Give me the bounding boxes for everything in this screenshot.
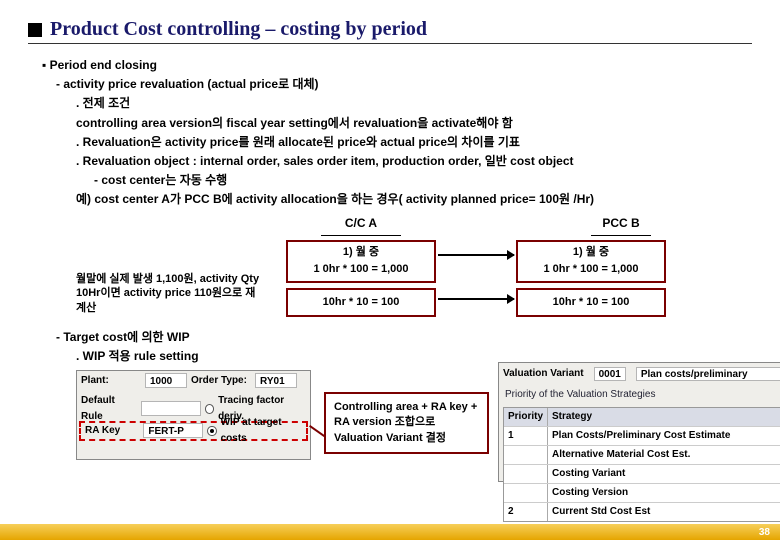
cell-strategy: Alternative Material Cost Est. bbox=[548, 446, 780, 464]
grid-caption: Priority of the Valuation Strategies bbox=[499, 385, 780, 405]
title-row: Product Cost controlling – costing by pe… bbox=[28, 18, 752, 41]
sap-panel-left: Plant: 1000 Order Type: RY01 Default Rul… bbox=[76, 370, 311, 460]
callout-box: Controlling area + RA key + RA version 조… bbox=[324, 392, 489, 454]
default-rule-label: Default Rule bbox=[81, 393, 137, 425]
arrow-right-icon bbox=[438, 254, 514, 256]
plant-label: Plant: bbox=[81, 373, 141, 389]
cell-strategy: Current Std Cost Est bbox=[548, 503, 780, 521]
cell-strategy: Costing Version bbox=[548, 484, 780, 502]
rakey-value: FERT-P bbox=[143, 423, 203, 438]
strategy-grid: Priority Strategy 1Plan Costs/Preliminar… bbox=[503, 407, 780, 522]
bullet-lv3: controlling area version의 fiscal year se… bbox=[76, 114, 752, 133]
page-number: 38 bbox=[759, 527, 770, 538]
title-underline bbox=[28, 43, 752, 44]
bullet-lv1: ▪ Period end closing bbox=[42, 56, 752, 75]
vv-desc: Plan costs/preliminary bbox=[636, 367, 780, 381]
bullet-wip-1: - Target cost에 의한 WIP bbox=[56, 328, 752, 347]
plant-value: 1000 bbox=[145, 373, 187, 388]
cell-priority bbox=[504, 446, 548, 464]
cell-priority: 2 bbox=[504, 503, 548, 521]
col-strategy: Strategy bbox=[548, 408, 780, 426]
diagram-note: 월말에 실제 발생 1,100원, activity Qty 10Hr이면 ac… bbox=[76, 272, 261, 317]
vv-value: 0001 bbox=[594, 367, 626, 381]
bullet-lv3: . 전제 조건 bbox=[76, 94, 752, 113]
cell-priority: 1 bbox=[504, 427, 548, 445]
col-priority: Priority bbox=[504, 408, 548, 426]
default-rule-value bbox=[141, 401, 201, 416]
content-block: ▪ Period end closing - activity price re… bbox=[28, 56, 752, 490]
vv-label: Valuation Variant bbox=[503, 366, 584, 382]
cell-strategy: Costing Variant bbox=[548, 465, 780, 483]
sap-panel-right: Valuation Variant 0001 Plan costs/prelim… bbox=[498, 362, 780, 482]
diagram-box-a1: 1) 월 중 1 0hr * 100 = 1,000 bbox=[286, 240, 436, 283]
radio-icon[interactable] bbox=[205, 404, 214, 414]
ordertype-value: RY01 bbox=[255, 373, 297, 388]
diagram-box-a2: 10hr * 10 = 100 bbox=[286, 288, 436, 318]
callout-arrow-icon bbox=[309, 425, 325, 437]
footer-bar bbox=[0, 524, 780, 540]
radio-icon[interactable] bbox=[207, 426, 216, 436]
square-bullet-icon bbox=[28, 23, 42, 37]
bullet-example: 예) cost center A가 PCC B에 activity alloca… bbox=[76, 190, 752, 209]
radio-opt2-label: WIP at target costs bbox=[221, 415, 302, 447]
diagram: C/C A PCC B 1) 월 중 1 0hr * 100 = 1,000 1… bbox=[36, 214, 752, 324]
cell-priority bbox=[504, 484, 548, 502]
wip-section: - Target cost에 의한 WIP . WIP 적용 rule sett… bbox=[36, 328, 752, 366]
diagram-box-b1: 1) 월 중 1 0hr * 100 = 1,000 bbox=[516, 240, 666, 283]
cell-strategy: Plan Costs/Preliminary Cost Estimate bbox=[548, 427, 780, 445]
screenshots-area: Plant: 1000 Order Type: RY01 Default Rul… bbox=[36, 370, 752, 490]
arrow-right-icon bbox=[438, 298, 514, 300]
page-title: Product Cost controlling – costing by pe… bbox=[50, 18, 427, 41]
ordertype-label: Order Type: bbox=[191, 373, 251, 389]
bullet-lv3: . Revaluation object : internal order, s… bbox=[76, 152, 752, 171]
cell-priority bbox=[504, 465, 548, 483]
bullet-lv4: - cost center는 자동 수행 bbox=[94, 171, 752, 190]
diagram-box-b2: 10hr * 10 = 100 bbox=[516, 288, 666, 318]
bullet-lv3: . Revaluation은 activity price를 원래 alloca… bbox=[76, 133, 752, 152]
rakey-label: RA Key bbox=[85, 423, 139, 439]
diagram-col-b: PCC B bbox=[591, 214, 651, 236]
diagram-col-a: C/C A bbox=[321, 214, 401, 236]
bullet-lv2: - activity price revaluation (actual pri… bbox=[56, 75, 752, 94]
